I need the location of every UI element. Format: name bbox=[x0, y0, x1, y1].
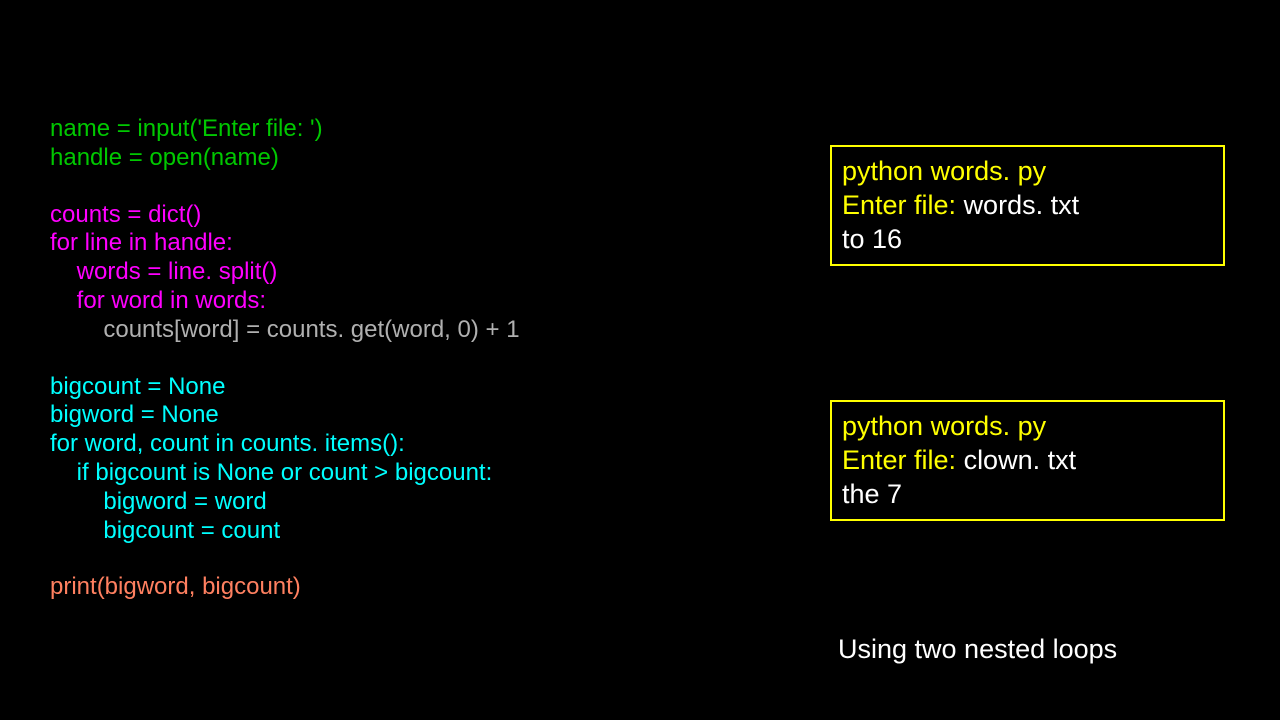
blank-line bbox=[50, 173, 800, 201]
output-prompt: Enter file: bbox=[842, 445, 964, 475]
output-line: Enter file: clown. txt bbox=[842, 444, 1213, 478]
output-prompt: Enter file: bbox=[842, 190, 964, 220]
code-listing: name = input('Enter file: ') handle = op… bbox=[50, 115, 800, 602]
output-input: clown. txt bbox=[964, 445, 1077, 475]
output-command: python words. py bbox=[842, 411, 1046, 441]
output-line: to 16 bbox=[842, 223, 1213, 257]
code-line: counts[word] = counts. get(word, 0) + 1 bbox=[50, 316, 800, 345]
output-box-2: python words. py Enter file: clown. txt … bbox=[830, 400, 1225, 521]
slide-caption: Using two nested loops bbox=[838, 634, 1117, 665]
output-result: to 16 bbox=[842, 224, 902, 254]
code-line: print(bigword, bigcount) bbox=[50, 573, 800, 602]
code-line: for word, count in counts. items(): bbox=[50, 430, 800, 459]
code-line: counts = dict() bbox=[50, 201, 800, 230]
code-line: bigword = word bbox=[50, 488, 800, 517]
code-line: for word in words: bbox=[50, 287, 800, 316]
code-line: if bigcount is None or count > bigcount: bbox=[50, 459, 800, 488]
output-input: words. txt bbox=[964, 190, 1080, 220]
output-line: python words. py bbox=[842, 155, 1213, 189]
output-result: the 7 bbox=[842, 479, 902, 509]
blank-line bbox=[50, 545, 800, 573]
code-line: bigcount = None bbox=[50, 373, 800, 402]
code-line: for line in handle: bbox=[50, 229, 800, 258]
output-line: the 7 bbox=[842, 478, 1213, 512]
output-box-1: python words. py Enter file: words. txt … bbox=[830, 145, 1225, 266]
output-line: Enter file: words. txt bbox=[842, 189, 1213, 223]
code-line: words = line. split() bbox=[50, 258, 800, 287]
code-line: name = input('Enter file: ') bbox=[50, 115, 800, 144]
code-line: bigword = None bbox=[50, 401, 800, 430]
output-line: python words. py bbox=[842, 410, 1213, 444]
blank-line bbox=[50, 345, 800, 373]
code-line: bigcount = count bbox=[50, 517, 800, 546]
output-command: python words. py bbox=[842, 156, 1046, 186]
code-line: handle = open(name) bbox=[50, 144, 800, 173]
